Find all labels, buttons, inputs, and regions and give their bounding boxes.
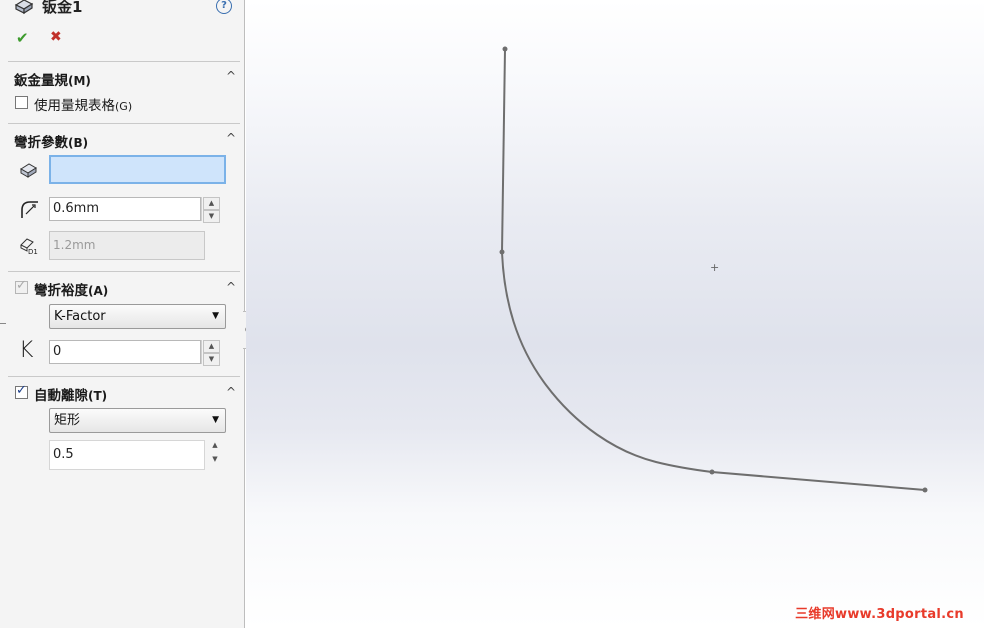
stepper-down-icon[interactable]: ▼ [206, 454, 224, 468]
bend-radius-input[interactable]: 0.6mm [49, 197, 201, 221]
chevron-up-icon[interactable]: ^ [226, 281, 236, 293]
sketch-point [922, 487, 928, 493]
sketch-arc-bend [501, 251, 713, 473]
watermark: 三维网www.3dportal.cn [795, 607, 964, 622]
bend-allowance-section-title[interactable]: 彎折裕度(A) [34, 279, 108, 299]
auto-relief-section-title[interactable]: 自動離隙(T) [34, 384, 107, 404]
gauge-section-title[interactable]: 鈑金量規(M) [14, 69, 91, 89]
dropdown-arrow-icon[interactable]: ▼ [212, 409, 219, 432]
cancel-button[interactable]: ✖ [50, 29, 62, 45]
fixed-face-input[interactable] [49, 155, 226, 184]
sheet-metal-icon [14, 0, 34, 15]
ok-button[interactable]: ✔ [16, 29, 29, 47]
bend-params-section-title[interactable]: 彎折參數(B) [14, 131, 88, 151]
sketch-line-vertical [501, 48, 506, 253]
thickness-input: 1.2mm [49, 231, 205, 260]
thickness-icon: D1 [20, 238, 38, 256]
k-factor-symbol: K [19, 338, 34, 363]
stepper-down-icon[interactable]: ▼ [203, 353, 220, 366]
sketch-point [502, 46, 508, 52]
panel-header: 钣金1 [14, 0, 82, 16]
divider [8, 123, 240, 124]
divider [8, 61, 240, 62]
sketch-point [499, 249, 505, 255]
sketch-line-horizontal [711, 471, 926, 491]
relief-type-select[interactable]: 矩形 ▼ [49, 408, 226, 433]
bend-radius-stepper[interactable]: ▲ ▼ [201, 197, 221, 223]
relief-ratio-input[interactable]: 0.5 [49, 440, 205, 470]
help-icon[interactable]: ? [216, 0, 232, 14]
stepper-down-icon[interactable]: ▼ [203, 210, 220, 223]
panel-title: 钣金1 [42, 0, 83, 16]
sketch-point [709, 469, 715, 475]
relief-ratio-stepper[interactable]: ▲ ▼ [205, 440, 225, 470]
bend-allowance-checkbox [15, 278, 28, 294]
stepper-up-icon[interactable]: ▲ [206, 440, 224, 454]
origin-marker-icon: + [710, 261, 720, 274]
divider [8, 271, 240, 272]
bend-radius-icon [21, 201, 38, 218]
dropdown-arrow-icon[interactable]: ▼ [212, 305, 219, 328]
divider [8, 376, 240, 377]
property-manager-panel: 钣金1 ? ✔ ✖ 鈑金量規(M) ^ 使用量規表格(G) 彎折參數(B) ^ … [0, 0, 245, 628]
use-gauge-table-label[interactable]: 使用量規表格(G) [34, 94, 132, 114]
bend-allowance-type-select[interactable]: K-Factor ▼ [49, 304, 226, 329]
panel-edge-marker [0, 323, 6, 324]
chevron-up-icon[interactable]: ^ [226, 70, 236, 82]
stepper-up-icon[interactable]: ▲ [203, 340, 220, 353]
chevron-up-icon[interactable]: ^ [226, 386, 236, 398]
stepper-up-icon[interactable]: ▲ [203, 197, 220, 210]
chevron-up-icon[interactable]: ^ [226, 132, 236, 144]
sketch-canvas[interactable] [246, 0, 984, 628]
k-factor-input[interactable]: 0 [49, 340, 201, 364]
k-factor-stepper[interactable]: ▲ ▼ [201, 340, 221, 366]
fixed-face-icon [20, 163, 37, 178]
graphics-viewport[interactable]: + [246, 0, 984, 628]
use-gauge-table-checkbox[interactable] [15, 96, 28, 109]
svg-text:D1: D1 [28, 248, 38, 256]
auto-relief-checkbox[interactable] [15, 383, 28, 399]
